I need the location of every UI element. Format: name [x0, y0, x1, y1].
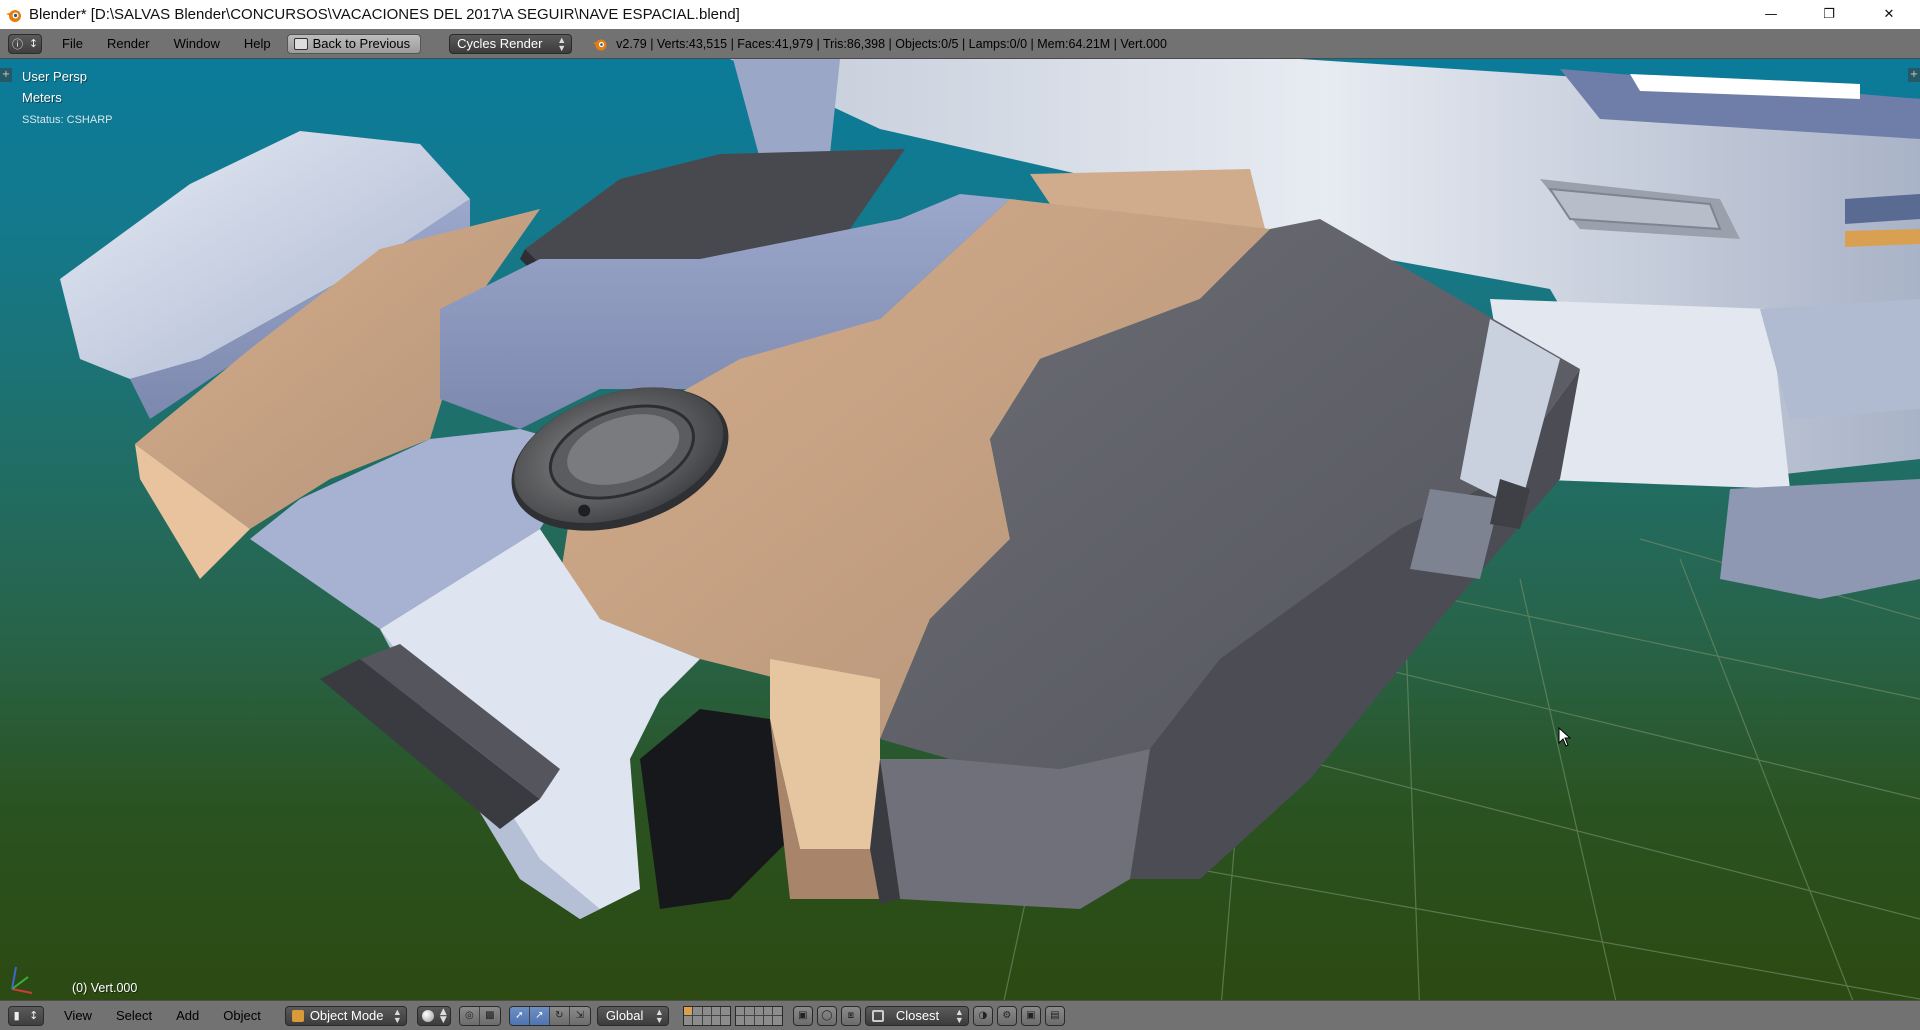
chevron-updown-icon: ↕	[28, 37, 39, 50]
window-title-bar: Blender* [D:\SALVAS Blender\CONCURSOS\VA…	[0, 0, 1920, 29]
back-to-previous-button[interactable]: Back to Previous	[286, 33, 422, 54]
manipulate-center-icon[interactable]: ▩	[479, 1006, 500, 1025]
axis-gizmo-icon	[11, 966, 33, 994]
snap-target-value: Closest	[895, 1008, 940, 1023]
close-button[interactable]: ✕	[1858, 0, 1920, 29]
transform-orientation-select[interactable]: Global ▲ ▼	[596, 1005, 669, 1026]
menu-add[interactable]: Add	[164, 1008, 211, 1023]
view-name-label: User Persp	[22, 69, 88, 84]
transform-orientation-value: Global	[605, 1008, 644, 1023]
proportional-edit-icon[interactable]: ◯	[816, 1005, 837, 1026]
screen-back-icon	[293, 37, 308, 50]
menu-render[interactable]: Render	[95, 36, 162, 51]
toolshelf-toggle[interactable]: +	[0, 68, 12, 82]
units-label: Meters	[22, 90, 62, 105]
back-to-previous-label: Back to Previous	[312, 36, 411, 51]
rotate-manipulator-icon[interactable]: ↻	[549, 1006, 570, 1025]
render-engine-select[interactable]: Cycles Render ▲ ▼	[449, 33, 573, 54]
properties-toggle[interactable]: +	[1908, 68, 1920, 82]
menu-select[interactable]: Select	[104, 1008, 164, 1023]
menu-help[interactable]: Help	[232, 36, 283, 51]
layers-left[interactable]	[682, 1005, 731, 1026]
3d-viewport[interactable]: User Persp Meters SStatus: CSHARP + + (0…	[0, 59, 1920, 1000]
render-engine-value: Cycles Render	[457, 36, 543, 51]
active-object-label: (0) Vert.000	[72, 981, 138, 995]
maximize-button[interactable]: ❐	[1800, 0, 1858, 29]
info-editor-icon: ⓘ	[11, 37, 23, 51]
layers-right[interactable]	[734, 1005, 783, 1026]
window-title: Blender* [D:\SALVAS Blender\CONCURSOS\VA…	[29, 6, 740, 23]
viewport-shading-select[interactable]: ▲ ▼	[416, 1005, 451, 1026]
render-animation-icon[interactable]: ▤	[1044, 1005, 1065, 1026]
pivot-point-icon[interactable]: ◎	[459, 1006, 480, 1025]
snap-project-icon[interactable]: ⚙	[996, 1005, 1017, 1026]
editor-type-button[interactable]: ▮ ↕	[8, 1005, 44, 1026]
lock-layers-icon[interactable]: ▣	[792, 1005, 813, 1026]
manipulator-group: ➚ ↗ ↻ ⇲	[508, 1005, 591, 1026]
scene-statistics: v2.79 | Verts:43,515 | Faces:41,979 | Tr…	[616, 36, 1167, 51]
snap-align-icon[interactable]: ◑	[972, 1005, 993, 1026]
3d-view-header: ▮ ↕ View Select Add Object Object Mode ▲…	[0, 1000, 1920, 1030]
status-label: SStatus: CSHARP	[22, 114, 113, 126]
menu-file[interactable]: File	[50, 36, 95, 51]
info-header: ⓘ ↕ File Render Window Help Back to Prev…	[0, 29, 1920, 59]
menu-window[interactable]: Window	[162, 36, 232, 51]
3d-view-editor-icon: ▮	[13, 1009, 20, 1022]
object-mode-icon	[291, 1009, 304, 1022]
render-image-icon[interactable]: ▣	[1020, 1005, 1041, 1026]
chevron-updown-icon: ▲ ▼	[392, 1006, 402, 1025]
editor-type-button[interactable]: ⓘ ↕	[8, 33, 42, 54]
interaction-mode-value: Object Mode	[309, 1008, 384, 1023]
minimize-button[interactable]: —	[1742, 0, 1800, 29]
menu-object[interactable]: Object	[211, 1008, 273, 1023]
chevron-updown-icon: ▲ ▼	[654, 1006, 664, 1025]
snap-toggle-icon[interactable]: ⧆	[840, 1005, 861, 1026]
mouse-pointer-icon	[1558, 727, 1572, 747]
layer-buttons	[682, 1005, 783, 1026]
snap-target-select[interactable]: Closest ▲ ▼	[864, 1005, 969, 1026]
chevron-updown-icon: ▲ ▼	[439, 1006, 447, 1025]
scale-manipulator-icon[interactable]: ⇲	[569, 1006, 590, 1025]
chevron-updown-icon: ↕	[29, 1009, 39, 1022]
manipulator-toggle-icon[interactable]: ➚	[509, 1006, 530, 1025]
solid-shading-icon	[421, 1009, 434, 1022]
blender-logo-icon	[6, 9, 21, 22]
pivot-group: ◎ ▩	[458, 1005, 501, 1026]
interaction-mode-select[interactable]: Object Mode ▲ ▼	[284, 1005, 407, 1026]
chevron-updown-icon: ▲ ▼	[557, 34, 567, 53]
blender-logo-icon	[593, 39, 607, 50]
chevron-updown-icon: ▲ ▼	[954, 1006, 964, 1025]
translate-manipulator-icon[interactable]: ↗	[529, 1006, 550, 1025]
spaceship-model-render	[60, 59, 1920, 1000]
snap-element-icon	[871, 1009, 884, 1022]
menu-view[interactable]: View	[52, 1008, 104, 1023]
